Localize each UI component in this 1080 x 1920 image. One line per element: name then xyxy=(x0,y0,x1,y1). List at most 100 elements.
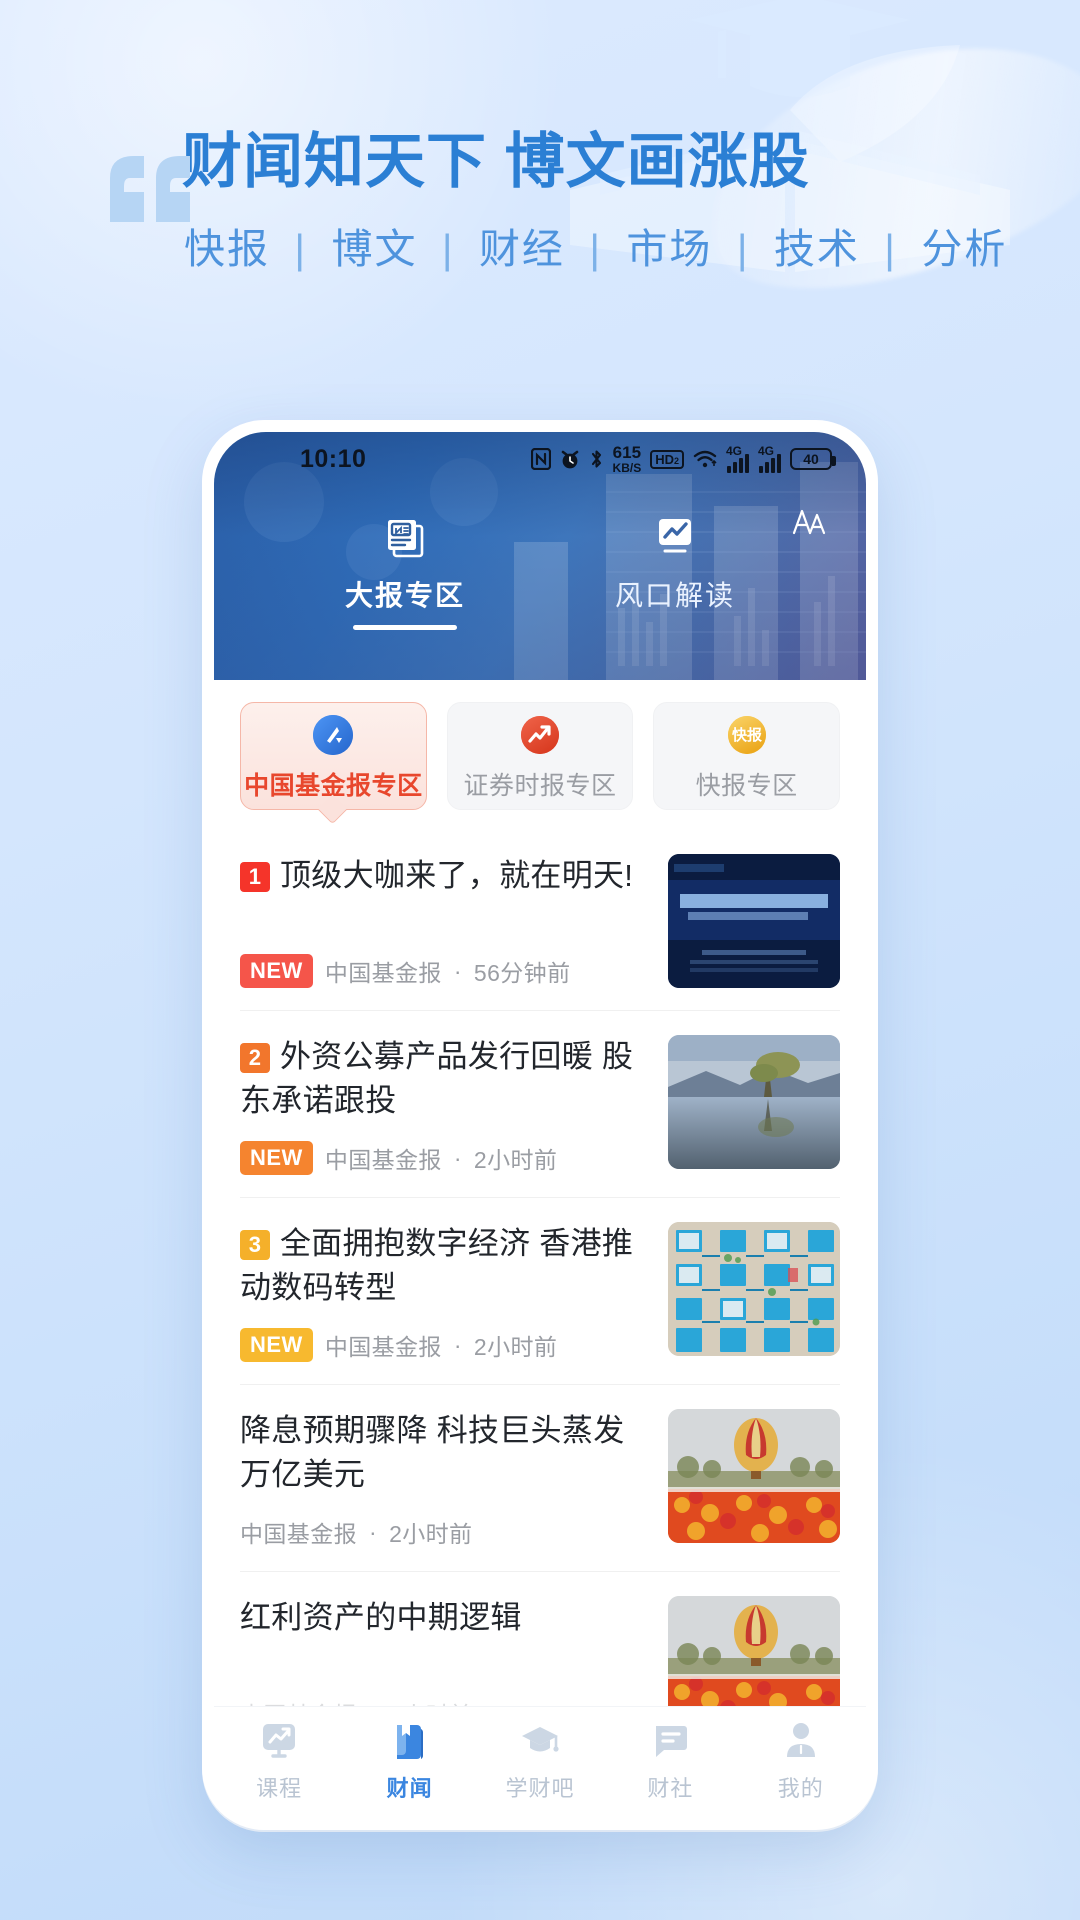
news-time: 56分钟前 xyxy=(473,960,571,986)
subtitle-tag: 市场 xyxy=(626,226,713,272)
news-list-item[interactable]: 2 外资公募产品发行回暖 股东承诺跟投 NEW 中国基金报 · 2小时前 xyxy=(240,1011,840,1199)
news-meta: 中国基金报 · 2小时前 xyxy=(240,1497,650,1549)
phone-screen: 10:10 615 KB/S HD 2 4G 4G 40 大报专区 风口解读 中… xyxy=(214,432,866,1818)
news-source: 中国基金报 xyxy=(240,1521,357,1548)
hd-label: HD xyxy=(655,451,674,467)
meta-dot: · xyxy=(369,1700,377,1706)
chip-zhengquan-shibao[interactable]: 证券时报专区 xyxy=(446,702,634,810)
rank-badge: 3 xyxy=(240,1229,270,1260)
trend-chart-icon xyxy=(648,508,702,562)
course-chart-icon xyxy=(255,1716,303,1764)
tab-fengkou-jiedu[interactable]: 风口解读 xyxy=(600,508,750,630)
status-bar: 10:10 615 KB/S HD 2 4G 4G 40 xyxy=(214,432,866,486)
news-title: 红利资产的中期逻辑 xyxy=(240,1596,650,1640)
meta-dot: · xyxy=(453,1331,462,1358)
new-badge: NEW xyxy=(240,1141,313,1176)
wifi-icon xyxy=(693,449,717,469)
alarm-clock-icon xyxy=(560,448,580,470)
news-meta: NEW 中国基金报 · 56分钟前 xyxy=(240,936,650,988)
nav-item-kecheng[interactable]: 课程 xyxy=(219,1716,339,1803)
nav-item-caishe[interactable]: 财社 xyxy=(610,1716,730,1803)
graduation-cap-icon xyxy=(516,1716,564,1764)
signal-1-label: 4G xyxy=(726,443,743,458)
app-header: 10:10 615 KB/S HD 2 4G 4G 40 大报专区 风口解读 xyxy=(214,432,866,680)
tab-label: 风口解读 xyxy=(614,580,735,611)
subtitle-tag: 财经 xyxy=(478,226,565,272)
news-title: 1 顶级大咖来了，就在明天! xyxy=(240,854,650,898)
status-time: 10:10 xyxy=(300,444,367,473)
subtitle-tag: 博文 xyxy=(331,226,418,272)
news-source: 中国基金报 xyxy=(324,1334,442,1361)
chip-label: 证券时报专区 xyxy=(463,771,617,800)
nav-item-xuecaiba[interactable]: 学财吧 xyxy=(480,1716,600,1803)
promo-subtitle: 快报 | 博文 | 财经 | 市场 | 技术 | 分析 xyxy=(184,215,1080,275)
network-speed-indicator: 615 KB/S xyxy=(613,444,642,474)
subtitle-separator: | xyxy=(589,226,602,272)
nav-item-caiwen[interactable]: 财闻 xyxy=(350,1716,470,1803)
news-title: 2 外资公募产品发行回暖 股东承诺跟投 xyxy=(240,1035,650,1123)
nav-label: 课程 xyxy=(256,1776,303,1801)
news-thumbnail xyxy=(668,1596,840,1706)
subtitle-tag: 快报 xyxy=(184,226,270,272)
news-source: 中国基金报 xyxy=(324,960,442,986)
hd-sub: 2 xyxy=(673,455,679,466)
rank-badge: 1 xyxy=(240,861,270,892)
status-icons: 615 KB/S HD 2 4G 4G 40 xyxy=(530,443,836,474)
subtitle-separator: | xyxy=(884,226,897,272)
user-profile-icon xyxy=(777,1716,825,1764)
news-title-text: 全面拥抱数字经济 香港推动数码转型 xyxy=(240,1226,634,1306)
tab-active-underline xyxy=(353,625,457,630)
nfc-icon xyxy=(530,448,551,470)
news-time: 2小时前 xyxy=(473,1147,558,1174)
news-title: 3 全面拥抱数字经济 香港推动数码转型 xyxy=(240,1222,650,1310)
hd-voice-icon: HD 2 xyxy=(650,449,684,469)
subtitle-tag: 技术 xyxy=(773,226,860,272)
news-meta: NEW 中国基金报 · 2小时前 xyxy=(240,1310,650,1363)
cellular-signal-2: 4G xyxy=(758,443,781,473)
signal-2-label: 4G xyxy=(758,443,775,458)
phone-mockup: 10:10 615 KB/S HD 2 4G 4G 40 大报专区 风口解读 中… xyxy=(202,420,878,1830)
news-text-block: 2 外资公募产品发行回暖 股东承诺跟投 NEW 中国基金报 · 2小时前 xyxy=(240,1035,650,1176)
news-thumbnail xyxy=(668,1222,840,1357)
network-speed-unit: KB/S xyxy=(612,461,642,475)
subtitle-tag: 分析 xyxy=(921,226,1008,272)
new-badge: NEW xyxy=(240,954,313,988)
express-report-logo-icon: 快报 xyxy=(723,711,771,759)
rank-badge: 2 xyxy=(240,1042,270,1073)
quote-mark-icon xyxy=(110,156,190,222)
news-time: 2小时前 xyxy=(389,1521,473,1548)
meta-dot: · xyxy=(453,957,462,984)
news-title-text: 红利资产的中期逻辑 xyxy=(240,1600,522,1636)
chip-kuaibao[interactable]: 快报 快报专区 xyxy=(653,702,841,810)
news-list-item[interactable]: 红利资产的中期逻辑 中国基金报 · 2小时前 xyxy=(240,1572,840,1706)
chip-zhongguo-jijinbao[interactable]: 中国基金报专区 xyxy=(240,702,427,810)
news-text-block: 3 全面拥抱数字经济 香港推动数码转型 NEW 中国基金报 · 2小时前 xyxy=(240,1222,650,1363)
news-meta: NEW 中国基金报 · 2小时前 xyxy=(240,1123,650,1176)
category-chip-row: 中国基金报专区 证券时报专区 快报 快报专区 xyxy=(214,680,866,830)
network-speed-value: 615 xyxy=(612,443,642,462)
page-title: 财闻知天下 博文画涨股 xyxy=(182,128,810,195)
news-time: 2小时前 xyxy=(389,1696,472,1706)
meta-dot: · xyxy=(369,1518,378,1545)
news-list[interactable]: 1 顶级大咖来了，就在明天! NEW 中国基金报 · 56分钟前 2 外资公募产… xyxy=(214,830,866,1706)
fund-report-logo-icon xyxy=(309,711,357,759)
nav-label: 学财吧 xyxy=(505,1776,575,1801)
nav-label: 财社 xyxy=(647,1776,694,1801)
news-book-icon xyxy=(386,1716,434,1764)
svg-text:快报: 快报 xyxy=(732,726,762,744)
news-title-text: 降息预期骤降 科技巨头蒸发万亿美元 xyxy=(240,1413,625,1493)
news-time: 2小时前 xyxy=(473,1334,558,1361)
cellular-signal-1: 4G xyxy=(726,443,749,473)
news-list-item[interactable]: 1 顶级大咖来了，就在明天! NEW 中国基金报 · 56分钟前 xyxy=(240,830,840,1011)
tab-dabao-zhuanqu[interactable]: 大报专区 xyxy=(330,508,480,630)
news-thumbnail xyxy=(668,854,840,988)
news-meta: 中国基金报 · 2小时前 xyxy=(240,1678,650,1706)
news-list-item[interactable]: 3 全面拥抱数字经济 香港推动数码转型 NEW 中国基金报 · 2小时前 xyxy=(240,1198,840,1386)
news-title-text: 顶级大咖来了，就在明天! xyxy=(280,858,634,893)
nav-label: 财闻 xyxy=(386,1776,433,1801)
securities-times-logo-icon xyxy=(516,711,564,759)
nav-item-wode[interactable]: 我的 xyxy=(741,1716,861,1803)
meta-dot: · xyxy=(453,1144,462,1171)
news-list-item[interactable]: 降息预期骤降 科技巨头蒸发万亿美元 中国基金报 · 2小时前 xyxy=(240,1385,840,1573)
battery-indicator: 40 xyxy=(790,448,836,470)
